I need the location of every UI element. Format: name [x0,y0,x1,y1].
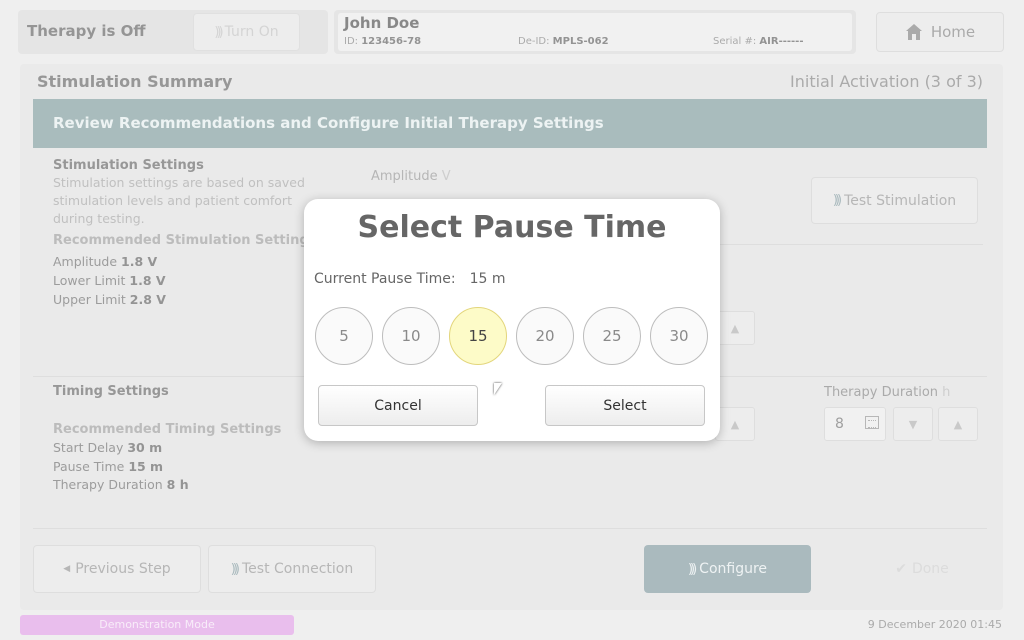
dialog-title: Select Pause Time [357,210,667,245]
pause-option-30[interactable]: 30 [650,307,708,365]
pause-option-5[interactable]: 5 [315,307,373,365]
cancel-button[interactable]: Cancel [318,385,478,426]
pause-option-20[interactable]: 20 [516,307,574,365]
pause-option-25[interactable]: 25 [583,307,641,365]
current-pause-time-value: 15 m [469,271,506,287]
current-pause-time: Current Pause Time: 15 m [314,271,506,287]
select-pause-time-dialog: Select Pause Time Current Pause Time: 15 … [304,199,720,441]
select-button[interactable]: Select [545,385,705,426]
mouse-cursor-icon [494,383,502,395]
pause-option-15[interactable]: 15 [449,307,507,365]
pause-option-10[interactable]: 10 [382,307,440,365]
current-pause-time-label: Current Pause Time: [314,271,456,287]
